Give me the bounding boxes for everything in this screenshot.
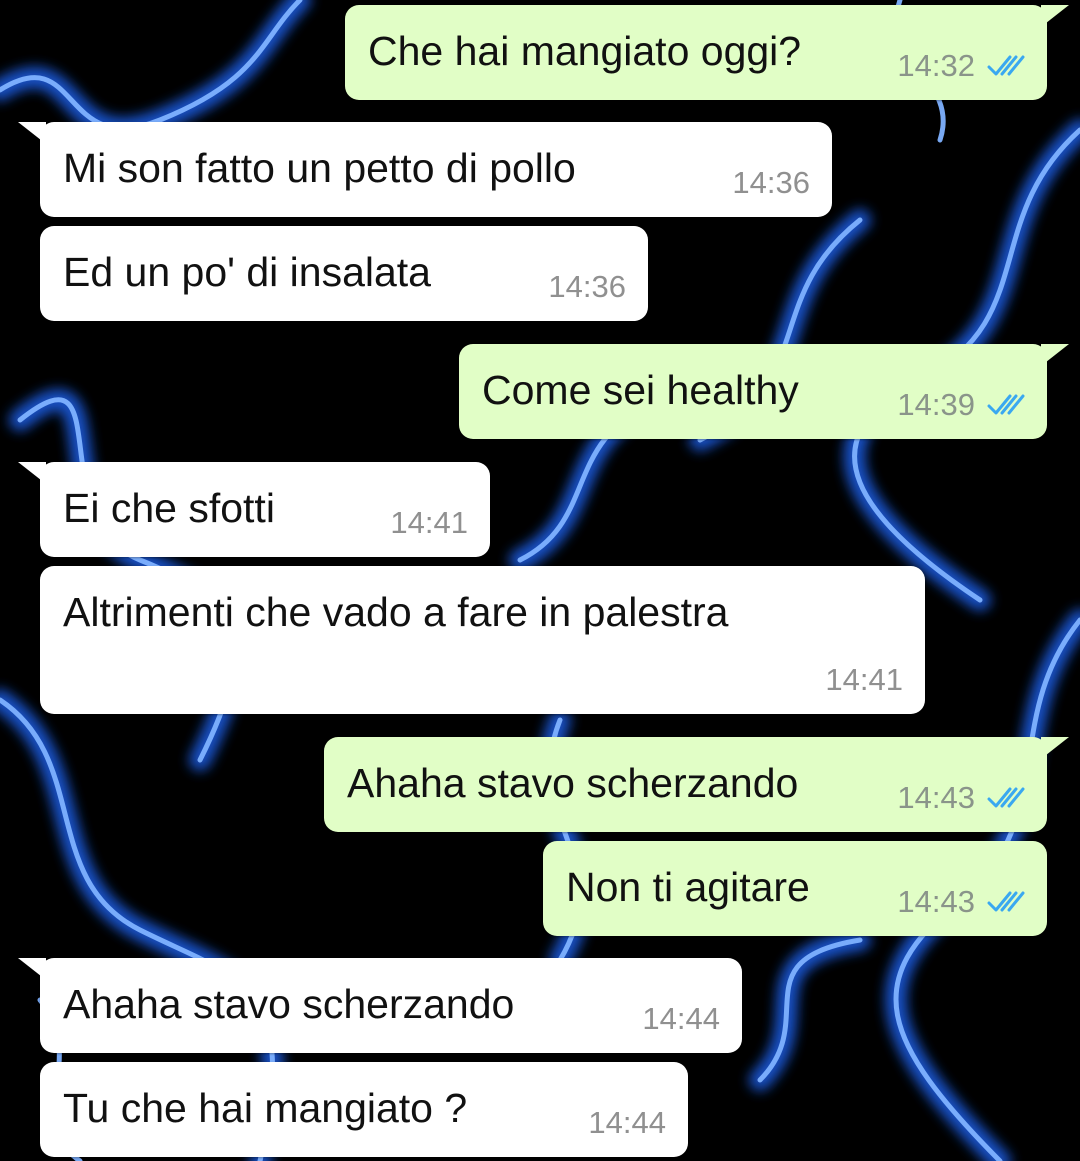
message-text: Ei che sfotti	[63, 485, 275, 531]
message-meta: 14:44	[642, 999, 720, 1039]
message-meta: 14:39	[897, 385, 1025, 425]
message-meta: 14:43	[897, 778, 1025, 818]
message-time: 14:41	[390, 505, 468, 540]
message-text: Mi son fatto un petto di pollo	[63, 145, 576, 191]
outgoing-message-bubble[interactable]: Non ti agitare 14:43	[543, 841, 1047, 936]
message-text: Ed un po' di insalata	[63, 249, 431, 295]
message-meta: 14:36	[732, 163, 810, 203]
message-time: 14:41	[825, 662, 903, 697]
message-time: 14:36	[548, 269, 626, 304]
double-check-icon	[987, 787, 1025, 808]
message-time: 14:43	[897, 780, 975, 815]
bubble-tail-icon	[1041, 737, 1069, 759]
message-text: Ahaha stavo scherzando	[347, 760, 799, 806]
double-check-icon	[987, 55, 1025, 76]
message-time: 14:39	[897, 387, 975, 422]
message-meta: 14:32	[897, 46, 1025, 86]
message-time: 14:43	[897, 884, 975, 919]
message-meta: 14:43	[897, 882, 1025, 922]
message-text: Non ti agitare	[566, 864, 810, 910]
message-meta: 14:41	[825, 660, 903, 700]
outgoing-message-bubble[interactable]: Ahaha stavo scherzando 14:43	[324, 737, 1069, 832]
message-time: 14:44	[642, 1001, 720, 1036]
message-text: Come sei healthy	[482, 367, 799, 413]
message-text: Che hai mangiato oggi?	[368, 28, 802, 74]
incoming-message-bubble[interactable]: Ahaha stavo scherzando 14:44	[18, 958, 742, 1053]
double-check-icon	[987, 394, 1025, 415]
bubble-tail-icon	[18, 462, 46, 484]
chat-message-list: Che hai mangiato oggi? 14:32 Mi son fatt…	[0, 0, 1080, 1161]
double-check-icon	[987, 891, 1025, 912]
incoming-message-bubble[interactable]: Tu che hai mangiato ? 14:44	[40, 1062, 688, 1157]
message-meta: 14:41	[390, 503, 468, 543]
incoming-message-bubble[interactable]: Mi son fatto un petto di pollo 14:36	[18, 122, 832, 217]
message-text: Ahaha stavo scherzando	[63, 981, 515, 1027]
message-time: 14:44	[588, 1105, 666, 1140]
bubble-tail-icon	[18, 122, 46, 144]
message-time: 14:36	[732, 165, 810, 200]
message-meta: 14:44	[588, 1103, 666, 1143]
incoming-message-bubble[interactable]: Altrimenti che vado a fare in palestra 1…	[40, 566, 925, 714]
incoming-message-bubble[interactable]: Ed un po' di insalata 14:36	[40, 226, 648, 321]
message-text: Altrimenti che vado a fare in palestra	[63, 589, 729, 635]
outgoing-message-bubble[interactable]: Come sei healthy 14:39	[459, 344, 1069, 439]
incoming-message-bubble[interactable]: Ei che sfotti 14:41	[18, 462, 490, 557]
message-text: Tu che hai mangiato ?	[63, 1085, 468, 1131]
outgoing-message-bubble[interactable]: Che hai mangiato oggi? 14:32	[345, 5, 1069, 100]
bubble-tail-icon	[1041, 5, 1069, 27]
message-time: 14:32	[897, 48, 975, 83]
bubble-tail-icon	[1041, 344, 1069, 366]
message-meta: 14:36	[548, 267, 626, 307]
bubble-tail-icon	[18, 958, 46, 980]
